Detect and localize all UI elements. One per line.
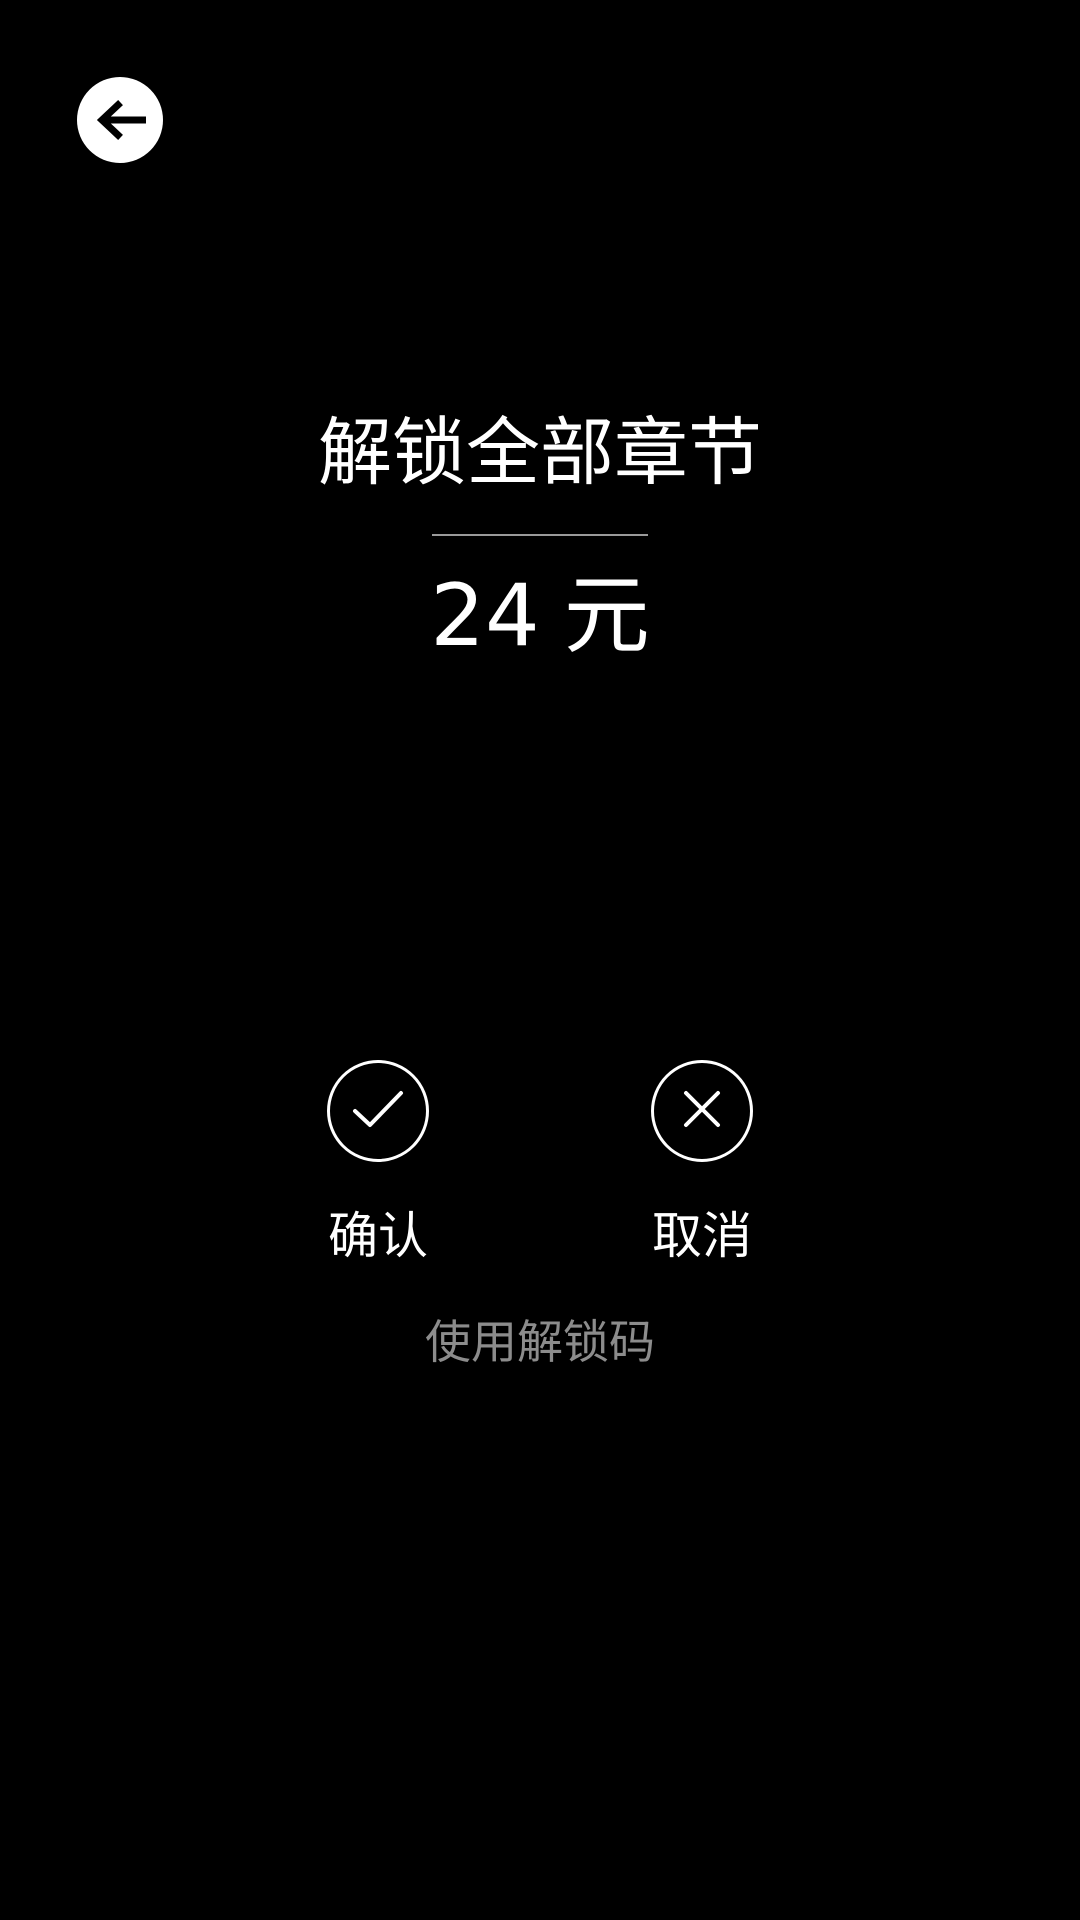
title-divider	[432, 534, 648, 536]
arrow-left-icon	[94, 100, 146, 140]
confirm-button[interactable]: 确认	[318, 1060, 438, 1266]
confirm-circle[interactable]	[327, 1060, 429, 1162]
price-unit: 元	[563, 566, 650, 666]
back-button[interactable]	[77, 77, 163, 163]
use-unlock-code-link[interactable]: 使用解锁码	[0, 1314, 1080, 1370]
price: 24 元	[0, 566, 1080, 666]
check-icon	[350, 1087, 406, 1135]
cancel-circle[interactable]	[651, 1060, 753, 1162]
cancel-button[interactable]: 取消	[642, 1060, 762, 1266]
confirm-label: 确认	[328, 1207, 428, 1265]
price-amount: 24	[430, 566, 540, 666]
cancel-label: 取消	[652, 1207, 752, 1265]
close-icon	[680, 1087, 724, 1135]
page-title: 解锁全部章节	[318, 410, 762, 496]
